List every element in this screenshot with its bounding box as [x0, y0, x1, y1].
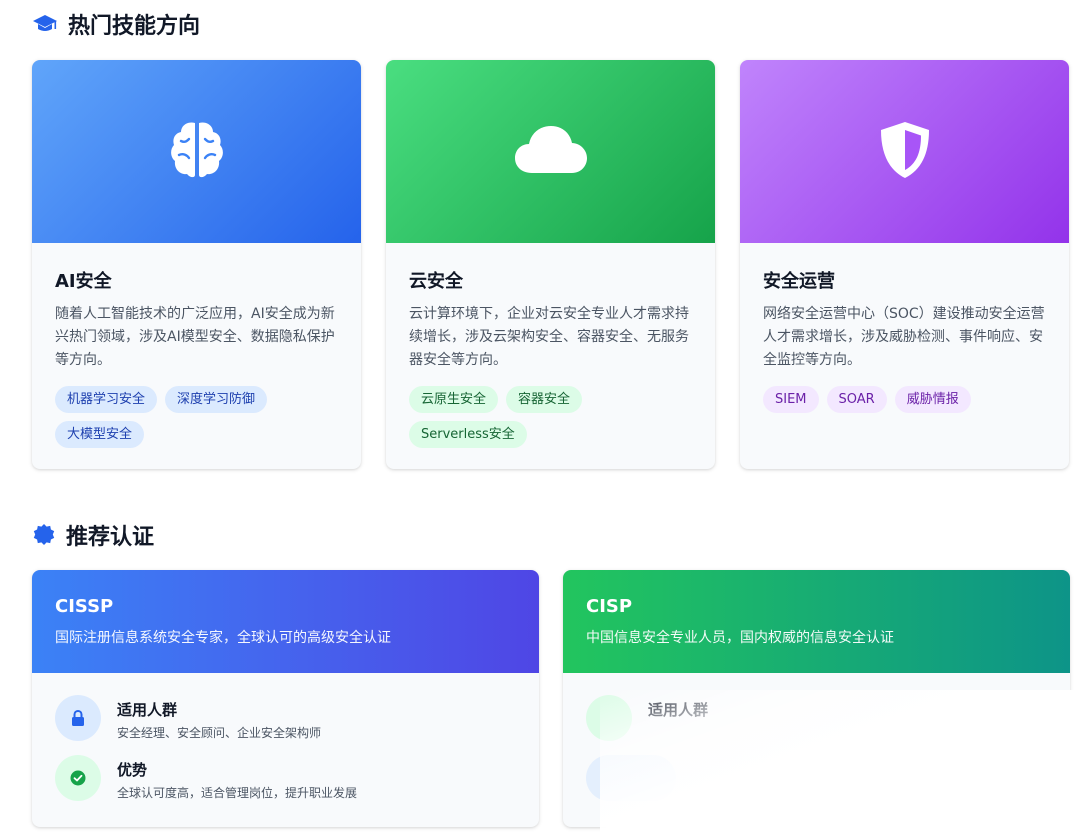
skill-title: AI安全: [55, 271, 112, 292]
cert-info-row: 优势 全球认可度高，适合管理岗位，提升职业发展: [55, 755, 516, 801]
cert-info-row: 适用人群: [586, 695, 1047, 741]
skill-tag[interactable]: 容器安全: [506, 386, 583, 413]
cert-info-row: 适用人群 安全经理、安全顾问、企业安全架构师: [55, 695, 516, 741]
cert-row-title: 适用人群: [117, 701, 178, 719]
skill-tag[interactable]: 机器学习安全: [55, 386, 158, 413]
shield-icon: [877, 120, 933, 184]
skill-tag[interactable]: SIEM: [763, 386, 819, 413]
cert-row-text: 安全经理、安全顾问、企业安全架构师: [117, 726, 322, 740]
skill-card-security-operations[interactable]: 安全运营 网络安全运营中心（SOC）建设推动安全运营人才需求增长，涉及威胁检测、…: [740, 60, 1069, 469]
skill-title: 安全运营: [763, 271, 835, 292]
skill-description: 网络安全运营中心（SOC）建设推动安全运营人才需求增长，涉及威胁检测、事件响应、…: [763, 306, 1045, 368]
cert-card-cisp[interactable]: CISP 中国信息安全专业人员，国内权威的信息安全认证 适用人群: [563, 570, 1070, 827]
skill-tag[interactable]: 深度学习防御: [165, 386, 268, 413]
skill-card-hero: [32, 60, 361, 243]
cert-row-title: 适用人群: [648, 701, 709, 719]
cert-row-title: 优势: [117, 761, 148, 779]
skill-tags: 云原生安全 容器安全 Serverless安全: [409, 386, 692, 448]
cert-subtitle: 中国信息安全专业人员，国内权威的信息安全认证: [586, 630, 894, 646]
lock-icon: [55, 695, 101, 741]
certificate-icon: [32, 523, 56, 547]
cert-card-header: CISSP 国际注册信息系统安全专家，全球认可的高级安全认证: [32, 570, 539, 673]
brain-icon: [167, 119, 227, 185]
cert-subtitle: 国际注册信息系统安全专家，全球认可的高级安全认证: [55, 630, 391, 646]
cert-info-row-loading: [586, 755, 1047, 801]
skill-tags: SIEM SOAR 威胁情报: [763, 386, 1046, 413]
skill-title: 云安全: [409, 271, 463, 292]
skill-description: 云计算环境下，企业对云安全专业人才需求持续增长，涉及云架构安全、容器安全、无服务…: [409, 306, 689, 368]
cert-row-text: 全球认可度高，适合管理岗位，提升职业发展: [117, 786, 358, 800]
skill-card-hero: [740, 60, 1069, 243]
skill-card-cloud-security[interactable]: 云安全 云计算环境下，企业对云安全专业人才需求持续增长，涉及云架构安全、容器安全…: [386, 60, 715, 469]
section-heading: 推荐认证: [66, 525, 155, 550]
check-circle-icon: [55, 755, 101, 801]
loading-placeholder: [586, 755, 676, 801]
cert-name: CISSP: [55, 596, 114, 617]
cert-section-title: 推荐认证: [32, 519, 154, 551]
lock-icon: [586, 695, 632, 741]
skill-card-hero: [386, 60, 715, 243]
skill-tag[interactable]: 云原生安全: [409, 386, 499, 413]
cert-name: CISP: [586, 596, 633, 617]
skill-tag[interactable]: 威胁情报: [894, 386, 971, 413]
skill-tag[interactable]: SOAR: [826, 386, 887, 413]
cert-card-header: CISP 中国信息安全专业人员，国内权威的信息安全认证: [563, 570, 1070, 673]
skills-section-title: 热门技能方向: [32, 8, 200, 40]
graduation-cap-icon: [32, 13, 58, 35]
skill-tag[interactable]: 大模型安全: [55, 421, 145, 448]
skill-tag[interactable]: Serverless安全: [409, 421, 527, 448]
section-heading: 热门技能方向: [68, 14, 201, 39]
skill-card-ai-security[interactable]: AI安全 随着人工智能技术的广泛应用，AI安全成为新兴热门领域，涉及AI模型安全…: [32, 60, 361, 469]
skill-description: 随着人工智能技术的广泛应用，AI安全成为新兴热门领域，涉及AI模型安全、数据隐私…: [55, 306, 335, 368]
cloud-icon: [514, 123, 588, 181]
skill-tags: 机器学习安全 深度学习防御 大模型安全: [55, 386, 338, 448]
cert-card-cissp[interactable]: CISSP 国际注册信息系统安全专家，全球认可的高级安全认证 适用人群 安全经理…: [32, 570, 539, 827]
